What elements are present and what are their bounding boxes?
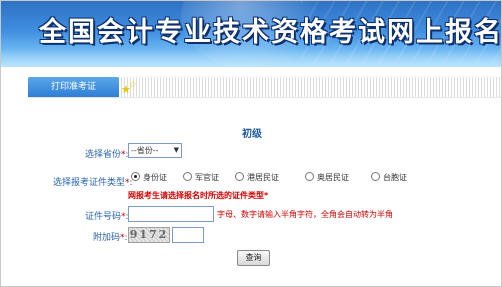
tab-print-admission[interactable]: 打印准考证 — [28, 77, 119, 97]
radio-icon — [305, 172, 314, 181]
id-number-label: 证件号码*: — [85, 212, 129, 222]
id-number-input[interactable] — [128, 206, 214, 222]
system-title: 全国会计专业技术资格考试网上报名系统 — [39, 17, 501, 48]
radio-selected-icon — [131, 172, 140, 181]
radio-icon — [183, 172, 192, 181]
star-icon: ☆ — [129, 80, 138, 90]
cert-radio-id-card[interactable]: 身份证 — [131, 172, 167, 183]
province-label: 选择省份*: — [85, 150, 129, 160]
cert-radio-hk[interactable]: 港居民证 — [235, 172, 279, 183]
province-select[interactable]: --省份-- ▼ — [128, 143, 182, 158]
captcha-image[interactable]: 9172 — [128, 227, 170, 243]
tab-bar: 打印准考证 — [28, 77, 501, 98]
cert-type-label: 选择报考证件类型*: — [53, 178, 133, 188]
cert-radio-macau[interactable]: 奥居民证 — [305, 172, 349, 183]
page-frame: 全国会计专业技术资格考试网上报名系统 打印准考证 ★ ☆ 初级 选择省份*: -… — [0, 0, 502, 287]
radio-icon — [235, 172, 244, 181]
radio-icon — [371, 172, 380, 181]
query-button[interactable]: 查询 — [237, 250, 270, 266]
cert-radio-taiwan[interactable]: 台胞证 — [371, 172, 407, 183]
cert-type-warning: 网报考生请选择报名时所选的证件类型* — [128, 191, 269, 200]
banner-band — [1, 49, 501, 67]
province-value: --省份-- — [131, 146, 159, 155]
exam-level: 初级 — [242, 129, 262, 140]
header-banner: 全国会计专业技术资格考试网上报名系统 — [1, 1, 501, 67]
captcha-input[interactable] — [172, 227, 204, 243]
id-number-hint: 字母、数字请输入半角字符，全角会自动转为半角 — [217, 210, 393, 219]
chevron-down-icon: ▼ — [173, 146, 179, 154]
cert-radio-military[interactable]: 军官证 — [183, 172, 219, 183]
captcha-label: 附加码*: — [93, 233, 128, 243]
